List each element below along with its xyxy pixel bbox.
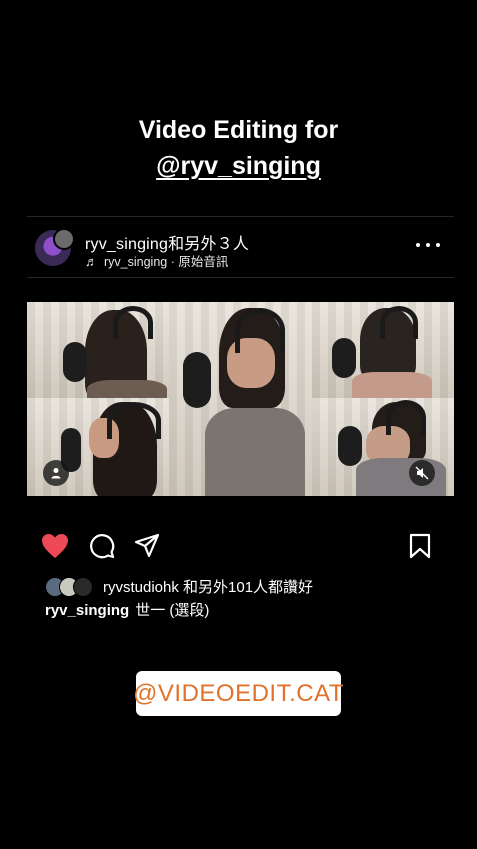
mention-link[interactable]: @ryv_singing [156,152,321,180]
share-button[interactable] [133,532,161,560]
video-tile-bottom-right [312,398,454,496]
mention-sticker[interactable]: @VIDEOEDIT.CAT [133,671,344,716]
more-dot [416,243,420,247]
story-title-line1: Video Editing for [138,116,339,144]
more-options-button[interactable] [416,235,440,255]
post-header: ryv_singing和另外３人 ♬ ryv_singing · 原始音訊 [27,216,454,278]
bookmark-icon [409,533,431,559]
mute-button[interactable] [409,460,435,486]
comment-icon [90,534,115,559]
heart-icon [42,534,68,558]
post-actions [27,532,454,562]
music-note-icon: ♬ [85,254,98,269]
likes-text[interactable]: ryvstudiohk 和另外101人都讚好 [103,576,313,597]
post-caption: ryv_singing 世一 (選段) [45,599,209,620]
video-tile-center [169,302,312,496]
liker-avatar [73,577,93,597]
caption-text: 世一 (選段) [135,602,210,619]
post-video[interactable] [27,302,454,496]
liker-avatars [45,577,99,597]
video-tile-top-left [27,302,169,398]
save-button[interactable] [406,532,434,560]
caption-username[interactable]: ryv_singing [45,602,129,619]
send-icon [134,533,160,558]
tagged-people-button[interactable] [43,460,69,486]
likes-row[interactable]: ryvstudiohk 和另外101人都讚好 [45,576,313,597]
muted-speaker-icon [415,466,429,480]
more-dot [436,243,440,247]
audio-text[interactable]: ryv_singing · 原始音訊 [104,255,228,269]
story-title-mention[interactable]: @ryv_singing [0,148,477,184]
collab-avatar[interactable] [53,228,75,250]
mention-sticker-text: @VIDEOEDIT.CAT [133,679,344,707]
video-tile-top-right [312,302,454,398]
like-button[interactable] [41,532,69,560]
person-icon [51,468,61,479]
comment-button[interactable] [88,532,116,560]
audio-info[interactable]: ♬ ryv_singing · 原始音訊 [85,251,228,270]
instagram-post: ryv_singing和另外３人 ♬ ryv_singing · 原始音訊 ry… [27,216,454,619]
more-dot [426,243,430,247]
story-title: Video Editing for @ryv_singing [0,112,477,184]
